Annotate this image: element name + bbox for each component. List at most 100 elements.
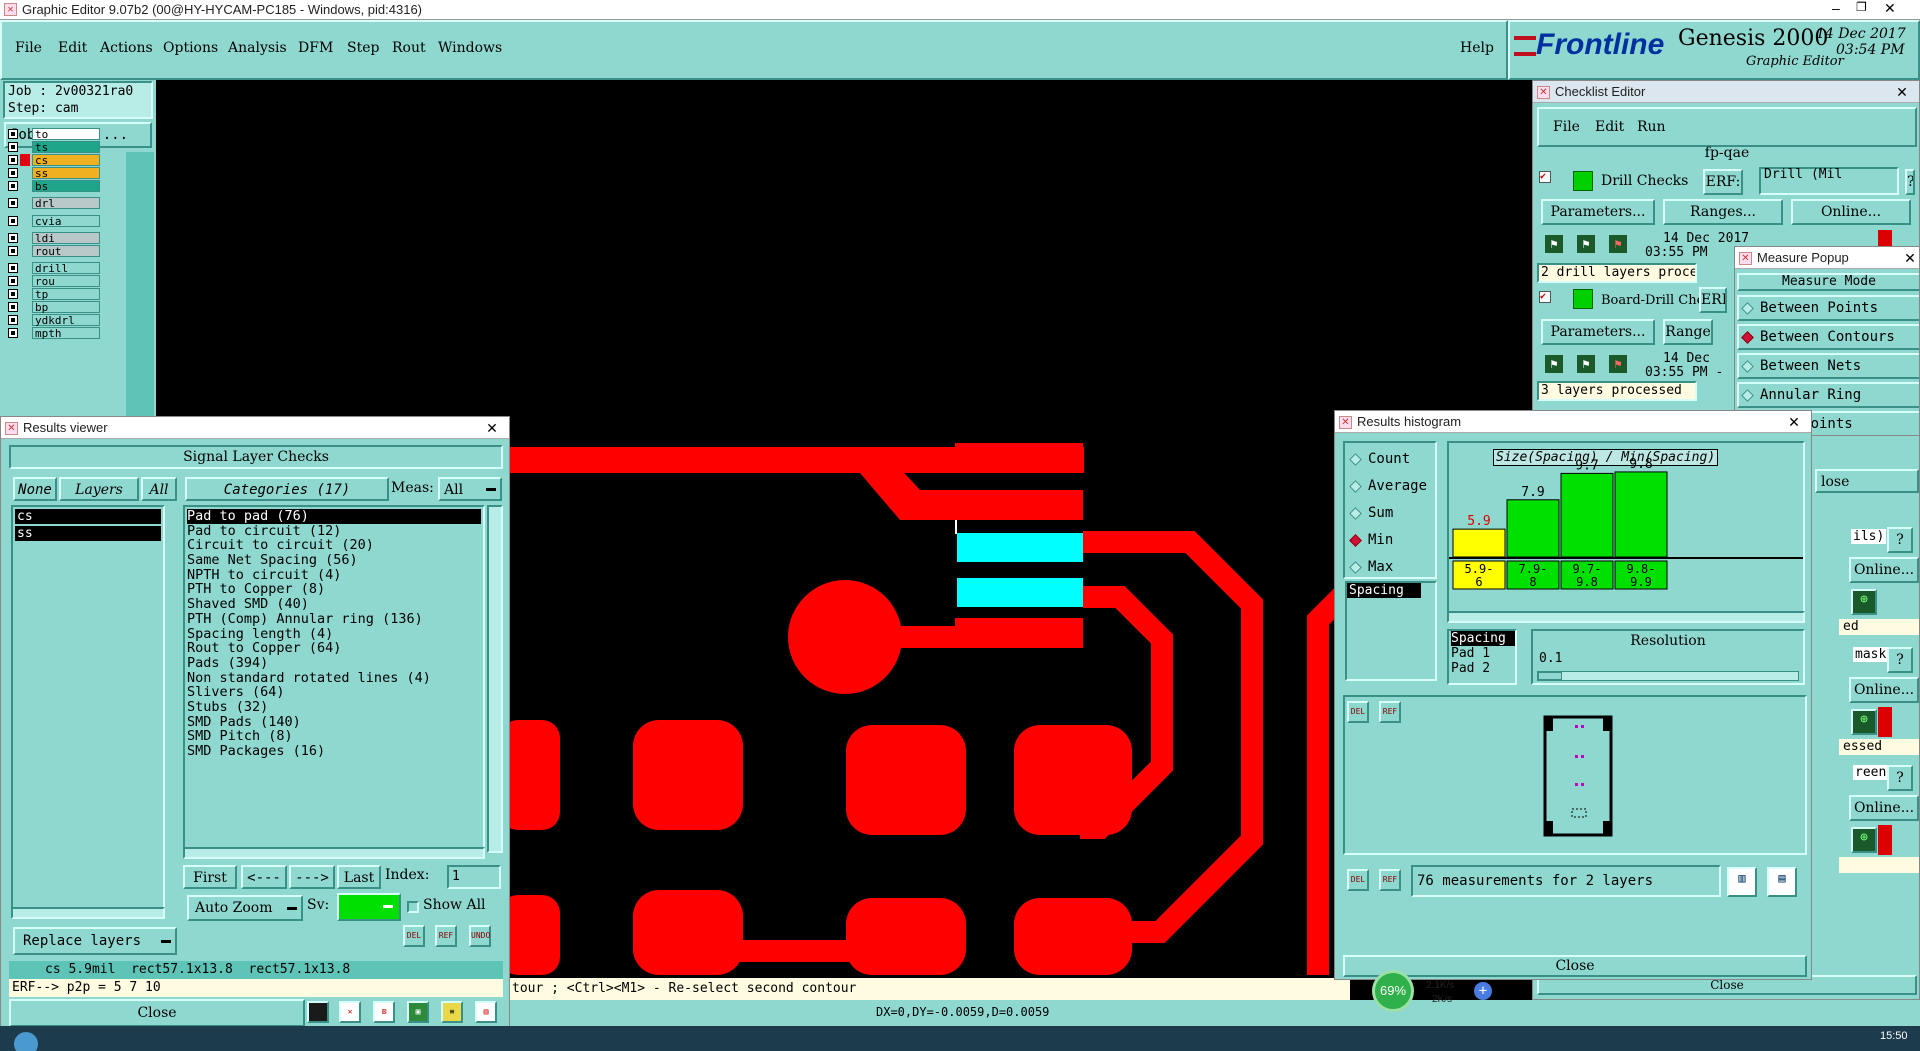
category-item[interactable]: SMD Pads (140) bbox=[187, 714, 481, 730]
layer-name[interactable]: drill bbox=[32, 262, 100, 274]
menu-dfm[interactable]: DFM bbox=[298, 40, 333, 56]
layer-row-cs[interactable]: cs bbox=[6, 154, 102, 166]
sv-color-select[interactable] bbox=[337, 893, 401, 921]
board-parameters-button[interactable]: Parameters... bbox=[1541, 319, 1655, 345]
layer-name[interactable]: bs bbox=[32, 180, 100, 192]
layer-row-mpth[interactable]: mpth bbox=[6, 327, 102, 339]
menu-help[interactable]: Help bbox=[1460, 40, 1494, 56]
layer-checkbox[interactable] bbox=[8, 328, 18, 338]
layer-row-bs[interactable]: bs bbox=[6, 180, 102, 192]
layer-row-rou[interactable]: rou bbox=[6, 275, 102, 287]
category-item[interactable]: PTH to Copper (8) bbox=[187, 582, 481, 597]
layer-row-to[interactable]: to bbox=[6, 128, 102, 140]
del-icon[interactable]: DEL bbox=[403, 925, 425, 947]
categories-list[interactable]: Pad to pad (76) Pad to circuit (12) Circui… bbox=[183, 505, 485, 853]
layer-name[interactable]: ts bbox=[32, 141, 100, 153]
layer-checkbox[interactable] bbox=[8, 233, 18, 243]
field-detail-list[interactable]: Spacing Pad 1 Pad 2 bbox=[1447, 629, 1517, 685]
drill-online-button[interactable]: Online... bbox=[1791, 199, 1911, 225]
layer-name[interactable]: cvia bbox=[32, 215, 100, 227]
layer-name[interactable]: mpth bbox=[32, 327, 100, 339]
mode-option[interactable]: Average bbox=[1349, 478, 1427, 494]
menu-windows[interactable]: Windows bbox=[438, 40, 502, 56]
drill-parameters-button[interactable]: Parameters... bbox=[1541, 199, 1655, 225]
show-all-checkbox[interactable] bbox=[407, 901, 419, 913]
layer-checkbox[interactable] bbox=[8, 289, 18, 299]
category-item[interactable]: NPTH to circuit (4) bbox=[187, 568, 481, 583]
category-item[interactable]: Stubs (32) bbox=[187, 700, 481, 715]
menu-edit[interactable]: Edit bbox=[58, 40, 87, 56]
run-icon[interactable]: ⚑ bbox=[1607, 353, 1629, 375]
layer-result-item[interactable]: cs bbox=[15, 509, 161, 524]
prev-button[interactable]: <--- bbox=[241, 865, 287, 889]
meas-select[interactable]: All bbox=[438, 477, 502, 501]
menu-step[interactable]: Step bbox=[347, 40, 379, 56]
histogram-bar[interactable] bbox=[1614, 471, 1668, 558]
histogram-bar[interactable] bbox=[1452, 528, 1506, 558]
field-detail-item[interactable]: Pad 1 bbox=[1451, 646, 1515, 661]
measure-option[interactable]: Between Contours bbox=[1737, 324, 1919, 350]
zoom-icon[interactable]: ⊕ bbox=[1851, 589, 1877, 615]
layer-checkbox[interactable] bbox=[8, 181, 18, 191]
layer-row-ldi[interactable]: ldi bbox=[6, 232, 102, 244]
layer-checkbox[interactable] bbox=[8, 315, 18, 325]
menu-analysis[interactable]: Analysis bbox=[228, 40, 287, 56]
erf-value-1[interactable]: Drill (Mil bbox=[1759, 167, 1899, 195]
histogram-bar[interactable] bbox=[1506, 499, 1560, 558]
field-item-spacing[interactable]: Spacing bbox=[1347, 583, 1421, 598]
checklist-menu-edit[interactable]: Edit bbox=[1595, 119, 1624, 135]
next-button[interactable]: ---> bbox=[289, 865, 335, 889]
checklist-close-icon[interactable]: ✕ bbox=[1891, 83, 1913, 102]
category-item[interactable]: Same Net Spacing (56) bbox=[187, 553, 481, 568]
measure-option[interactable]: Between Nets bbox=[1737, 353, 1919, 379]
histogram-close-icon[interactable]: ✕ bbox=[1783, 413, 1805, 432]
delete-tool-icon[interactable]: ✕ bbox=[339, 1001, 361, 1023]
drill-check-enable[interactable]: ✔ bbox=[1539, 171, 1551, 183]
layer-checkbox[interactable] bbox=[8, 129, 18, 139]
chart-hscroll[interactable] bbox=[1447, 611, 1805, 623]
mode-option[interactable]: Count bbox=[1349, 451, 1410, 467]
clear-tool-icon[interactable]: ⊠ bbox=[373, 1001, 395, 1023]
index-input[interactable]: 1 bbox=[447, 865, 501, 889]
layer-row-bp[interactable]: bp bbox=[6, 301, 102, 313]
category-item[interactable]: Rout to Copper (64) bbox=[187, 641, 481, 656]
board-ranges-button[interactable]: Range bbox=[1663, 319, 1713, 345]
mode-option[interactable]: Sum bbox=[1349, 505, 1393, 521]
online-button-3[interactable]: Online... bbox=[1849, 557, 1919, 583]
close-app-button[interactable]: ✕ bbox=[1884, 0, 1904, 17]
layer-checkbox[interactable] bbox=[8, 246, 18, 256]
online-button-5[interactable]: Online... bbox=[1849, 795, 1919, 821]
category-item[interactable]: Non standard rotated lines (4) bbox=[187, 670, 481, 686]
drill-check-name[interactable]: Drill Checks bbox=[1601, 173, 1688, 189]
layer-checkbox[interactable] bbox=[8, 155, 18, 165]
slider-thumb[interactable] bbox=[1538, 672, 1562, 680]
layer-row-ss[interactable]: ss bbox=[6, 167, 102, 179]
layer-row-ydkdrl[interactable]: ydkdrl bbox=[6, 314, 102, 326]
chart-export-icon[interactable]: ▥ bbox=[1727, 867, 1757, 897]
restore-button[interactable]: ❐ bbox=[1856, 0, 1876, 14]
board-drill-check-name[interactable]: Board-Drill Che bbox=[1601, 293, 1704, 308]
layer-results-list[interactable]: cs ss bbox=[11, 505, 165, 915]
mode-option[interactable]: Max bbox=[1349, 559, 1393, 575]
layer-checkbox[interactable] bbox=[8, 142, 18, 152]
chart-tool-icon[interactable]: ▥ bbox=[475, 1001, 497, 1023]
auto-zoom-select[interactable]: Auto Zoom bbox=[187, 895, 303, 921]
layer-checkbox[interactable] bbox=[8, 263, 18, 273]
layers-all-button[interactable]: All bbox=[141, 477, 177, 501]
menu-options[interactable]: Options bbox=[163, 40, 218, 56]
checklist-close-fragment[interactable]: lose bbox=[1815, 469, 1919, 493]
category-item[interactable]: Pad to pad (76) bbox=[187, 509, 481, 524]
category-item[interactable]: Pads (394) bbox=[187, 656, 481, 671]
measure-option[interactable]: Between Points bbox=[1737, 295, 1919, 321]
help-icon[interactable]: ? bbox=[1887, 765, 1913, 791]
run-icon[interactable]: ⚑ bbox=[1575, 353, 1597, 375]
menu-rout[interactable]: Rout bbox=[392, 40, 426, 56]
layer-checkbox[interactable] bbox=[8, 276, 18, 286]
layer-tool-icon[interactable] bbox=[307, 1001, 329, 1023]
menu-actions[interactable]: Actions bbox=[100, 40, 153, 56]
run-icon[interactable]: ⚑ bbox=[1543, 233, 1565, 255]
category-item[interactable]: SMD Pitch (8) bbox=[187, 729, 481, 744]
field-detail-item[interactable]: Pad 2 bbox=[1451, 661, 1515, 676]
add-icon[interactable]: + bbox=[1474, 982, 1492, 1000]
category-item[interactable]: Circuit to circuit (20) bbox=[187, 538, 481, 553]
